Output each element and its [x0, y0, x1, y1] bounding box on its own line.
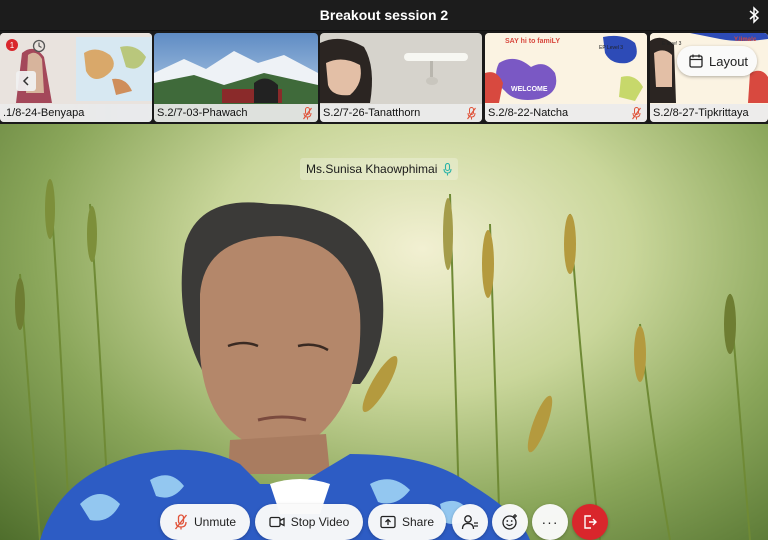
- participant-name-text: S.2/8-22-Natcha: [488, 107, 569, 119]
- title-bar: Breakout session 2: [0, 0, 768, 30]
- layout-icon: [689, 54, 703, 68]
- share-label: Share: [401, 515, 435, 529]
- speaker-video-feed: [15, 179, 751, 540]
- window-title: Breakout session 2: [319, 7, 449, 23]
- mic-active-icon: [443, 162, 452, 175]
- mic-muted-icon: [632, 107, 641, 120]
- recording-badge: 1: [6, 39, 18, 51]
- prev-page-button[interactable]: [16, 71, 36, 91]
- participant-name: S.2/7-03-Phawach: [154, 104, 318, 122]
- layout-button-label: Layout: [709, 53, 749, 69]
- participant-tile[interactable]: 1 .1/8-24-Benyapa: [0, 33, 152, 122]
- participant-tile[interactable]: SAY hi to famiLY EP Level 3 WELCOME S.2/…: [485, 33, 647, 122]
- reactions-button[interactable]: [492, 504, 528, 540]
- unmute-label: Unmute: [193, 515, 237, 529]
- leave-button[interactable]: [572, 504, 608, 540]
- stop-video-button[interactable]: Stop Video: [255, 504, 363, 540]
- participant-name-text: S.2/7-26-Tanatthorn: [323, 107, 421, 119]
- speaker-name-tag: Ms.Sunisa Khaowphimai: [300, 158, 459, 180]
- participants-button[interactable]: [452, 504, 488, 540]
- share-screen-icon: [380, 515, 396, 529]
- participant-name-text: S.2/7-03-Phawach: [157, 107, 248, 119]
- unmute-button[interactable]: Unmute: [160, 504, 250, 540]
- main-video: Ms.Sunisa Khaowphimai: [0, 124, 768, 540]
- participants-icon: [461, 515, 478, 530]
- leave-icon: [584, 515, 597, 529]
- bluetooth-icon: [749, 6, 760, 24]
- slide-level-short: E leve! 3: [662, 41, 682, 47]
- participant-name-text: .1/8-24-Benyapa: [3, 107, 85, 119]
- participant-name: .1/8-24-Benyapa: [0, 104, 152, 122]
- more-icon: ···: [541, 514, 559, 530]
- timer-icon: [32, 39, 46, 53]
- mic-muted-icon: [303, 107, 312, 120]
- more-button[interactable]: ···: [532, 504, 568, 540]
- participant-video: SAY hi to famiLY EP Level 3 WELCOME: [485, 33, 647, 104]
- speaker-name: Ms.Sunisa Khaowphimai: [306, 162, 438, 176]
- participant-tile[interactable]: S.2/7-26-Tanatthorn: [320, 33, 482, 122]
- layout-button[interactable]: Layout: [677, 46, 757, 76]
- slide-fragment: Y.lima!c: [734, 37, 757, 43]
- participant-name: S.2/8-27-Tipkrittaya: [650, 104, 768, 122]
- participant-video: [0, 33, 152, 104]
- emoji-icon: [502, 514, 517, 530]
- participant-name: S.2/7-26-Tanatthorn: [320, 104, 482, 122]
- meeting-toolbar: Unmute Stop Video Share ···: [0, 504, 768, 540]
- slide-headline: SAY hi to famiLY: [505, 38, 560, 45]
- mic-muted-icon: [174, 514, 188, 530]
- participant-tile[interactable]: S.2/7-03-Phawach: [154, 33, 318, 122]
- mic-muted-icon: [467, 107, 476, 120]
- participant-name-text: S.2/8-27-Tipkrittaya: [653, 107, 749, 119]
- share-button[interactable]: Share: [368, 504, 446, 540]
- participant-name: S.2/8-22-Natcha: [485, 104, 647, 122]
- video-camera-icon: [269, 516, 285, 528]
- stop-video-label: Stop Video: [290, 515, 350, 529]
- slide-welcome: WELCOME: [511, 86, 548, 93]
- chevron-left-icon: [22, 76, 29, 86]
- participant-strip: 1 .1/8-24-Benyapa S.2/7-03-Phawach S.2/7…: [0, 31, 768, 124]
- slide-level: EP Level 3: [599, 45, 623, 51]
